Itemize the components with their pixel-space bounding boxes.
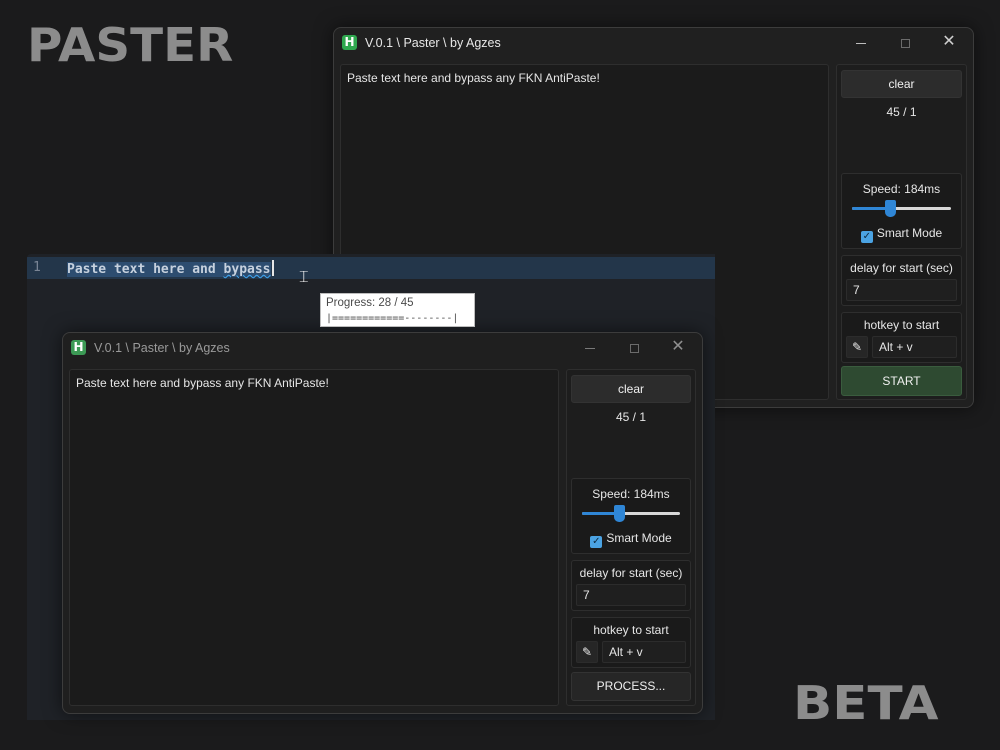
text-area-content: Paste text here and bypass any FKN AntiP… <box>347 71 600 85</box>
pencil-icon: ✎ <box>581 645 593 659</box>
process-button[interactable]: PROCESS... <box>571 672 691 701</box>
text-caret <box>271 260 274 276</box>
titlebar: H V.0.1 \ Paster \ by Agzes ✕ <box>334 28 973 58</box>
close-button[interactable]: ✕ <box>656 333 700 363</box>
maximize-icon <box>629 343 639 353</box>
maximize-button[interactable] <box>883 28 927 58</box>
line-number: 1 <box>33 260 41 275</box>
minimize-button[interactable] <box>839 28 883 58</box>
speed-box: Speed: 184ms ✓ Smart Mode <box>571 478 691 554</box>
delay-box: delay for start (sec) 7 <box>571 560 691 611</box>
hotkey-input[interactable]: Alt + v <box>602 641 686 663</box>
window-title: V.0.1 \ Paster \ by Agzes <box>94 341 230 355</box>
progress-bar-text: |============--------| <box>326 313 459 324</box>
brand-title: PASTER <box>27 18 234 72</box>
hotkey-box: hotkey to start ✎ Alt + v <box>571 617 691 668</box>
edit-hotkey-button[interactable]: ✎ <box>846 336 868 358</box>
hotkey-box: hotkey to start ✎ Alt + v <box>841 312 962 363</box>
delay-label: delay for start (sec) <box>579 566 683 580</box>
speed-slider-thumb[interactable] <box>884 200 896 217</box>
clear-button[interactable]: clear <box>571 375 691 403</box>
close-icon: ✕ <box>671 338 685 355</box>
checkbox-check-icon: ✓ <box>590 536 603 548</box>
hotkey-label: hotkey to start <box>863 318 940 332</box>
text-area[interactable]: Paste text here and bypass any FKN AntiP… <box>69 369 559 706</box>
progress-text: Progress: 28 / 45 <box>326 297 414 309</box>
control-panel: clear 45 / 1 Speed: 184ms ✓ Smart Mode de… <box>566 369 696 706</box>
speed-slider-thumb[interactable] <box>614 505 626 522</box>
delay-label: delay for start (sec) <box>850 261 953 275</box>
titlebar: H V.0.1 \ Paster \ by Agzes ✕ <box>63 333 702 363</box>
checkbox-check-icon: ✓ <box>860 231 873 243</box>
clear-button[interactable]: clear <box>841 70 962 98</box>
speed-slider[interactable] <box>852 200 951 217</box>
app-icon: H <box>71 340 86 355</box>
app-icon: H <box>342 35 357 50</box>
brand-beta: BETA <box>793 676 939 730</box>
speed-box: Speed: 184ms ✓ Smart Mode <box>841 173 962 249</box>
speed-label: Speed: 184ms <box>862 182 941 196</box>
speed-label: Speed: 184ms <box>592 487 670 501</box>
progress-tooltip: Progress: 28 / 45 |============--------| <box>320 293 475 327</box>
typed-text: Paste text here and <box>67 262 224 277</box>
text-area-content: Paste text here and bypass any FKN AntiP… <box>76 376 329 390</box>
start-button[interactable]: START <box>841 366 962 396</box>
pencil-icon: ✎ <box>851 340 863 354</box>
close-button[interactable]: ✕ <box>927 28 971 58</box>
window-title: V.0.1 \ Paster \ by Agzes <box>365 36 501 50</box>
smart-mode-label: Smart Mode <box>606 531 672 545</box>
close-icon: ✕ <box>942 33 956 50</box>
smart-mode-checkbox[interactable]: ✓ Smart Mode <box>572 531 690 548</box>
char-counter: 45 / 1 <box>615 410 647 424</box>
minimize-icon <box>856 42 866 44</box>
speed-slider[interactable] <box>582 505 680 522</box>
smart-mode-checkbox[interactable]: ✓ Smart Mode <box>842 226 961 243</box>
char-counter: 45 / 1 <box>886 105 917 119</box>
hotkey-input[interactable]: Alt + v <box>872 336 957 358</box>
paster-window-front: H V.0.1 \ Paster \ by Agzes ✕ Paste text… <box>62 332 703 714</box>
hotkey-label: hotkey to start <box>593 623 669 637</box>
maximize-icon <box>900 38 910 48</box>
typed-text-squiggle: bypass <box>223 262 271 277</box>
maximize-button[interactable] <box>612 333 656 363</box>
smart-mode-label: Smart Mode <box>876 226 943 240</box>
speed-slider-fill <box>852 207 890 210</box>
delay-box: delay for start (sec) 7 <box>841 255 962 306</box>
minimize-button[interactable] <box>568 333 612 363</box>
delay-input[interactable]: 7 <box>846 279 957 301</box>
minimize-icon <box>585 347 595 349</box>
control-panel: clear 45 / 1 Speed: 184ms ✓ Smart Mode de… <box>836 64 967 400</box>
edit-hotkey-button[interactable]: ✎ <box>576 641 598 663</box>
delay-input[interactable]: 7 <box>576 584 686 606</box>
code-line[interactable]: Paste text here and bypass <box>67 260 274 277</box>
ibeam-cursor-icon: ⌶ <box>299 267 309 286</box>
